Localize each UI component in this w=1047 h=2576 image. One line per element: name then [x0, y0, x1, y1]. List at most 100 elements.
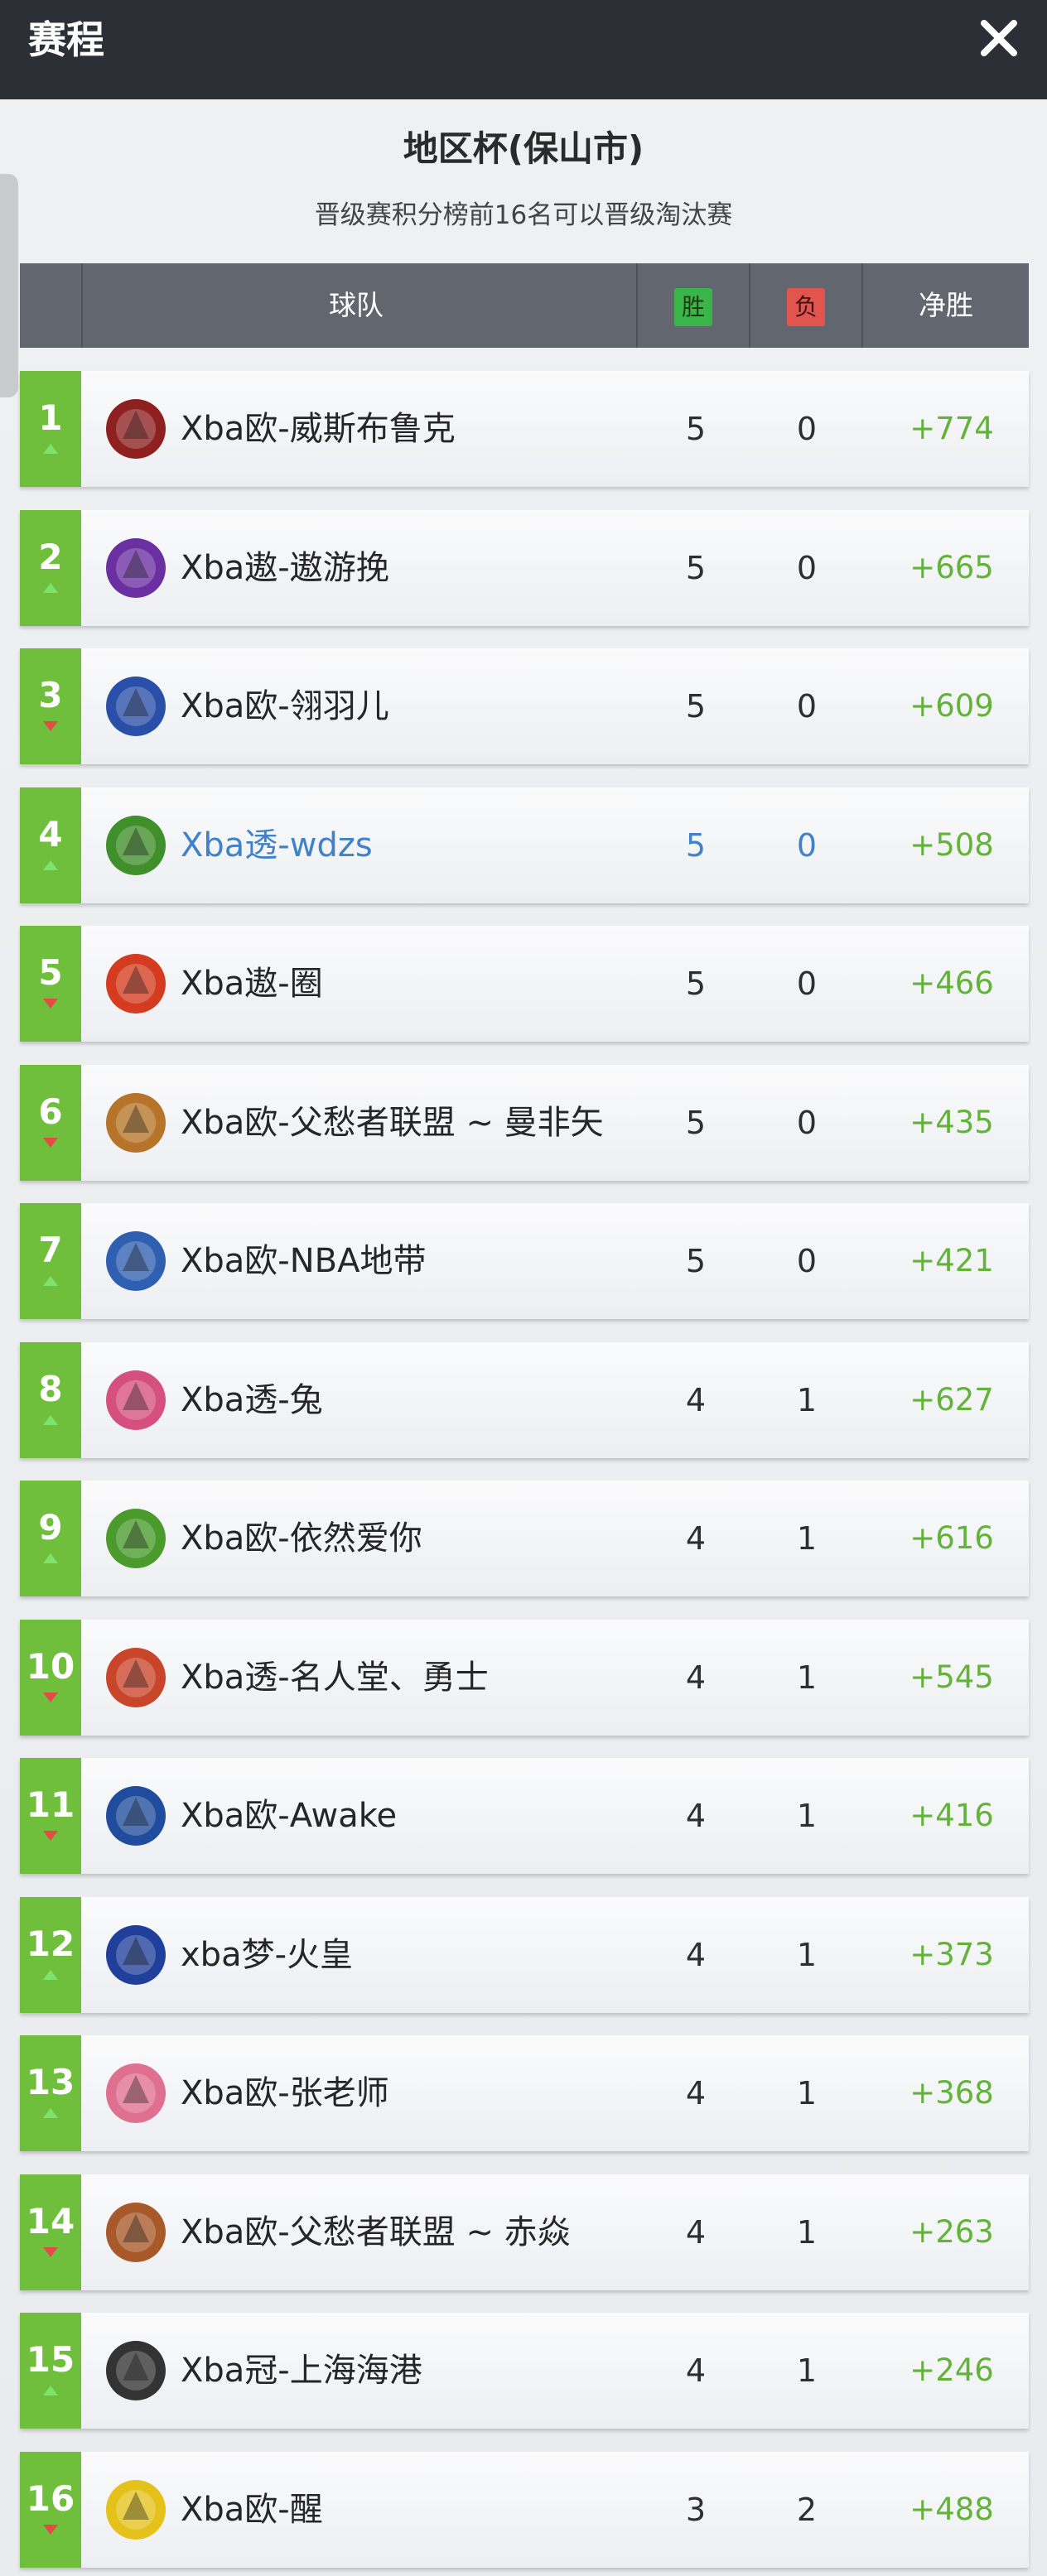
- table-row[interactable]: 4 Xba透-wdzs 5 0 +508: [20, 787, 1029, 903]
- net-value: +435: [909, 1105, 994, 1140]
- wins-value: 5: [685, 1105, 707, 1141]
- rank-number: 6: [38, 1091, 63, 1132]
- trend-down-icon: [43, 1692, 58, 1702]
- losses-value: 2: [796, 2492, 818, 2528]
- team-name[interactable]: Xba透-兔: [181, 1342, 323, 1458]
- rank-cell: 8: [20, 1342, 81, 1458]
- rank-cell: 4: [20, 787, 81, 903]
- team-name[interactable]: Xba透-wdzs: [181, 787, 373, 903]
- basketball-logo-icon: [106, 1231, 166, 1291]
- team-name[interactable]: Xba遨-遨游挽: [181, 510, 389, 626]
- wins-value: 4: [685, 2075, 707, 2111]
- table-row[interactable]: 12 xba梦-火皇 4 1 +373: [20, 1897, 1029, 2013]
- losses-value: 0: [796, 827, 818, 864]
- pig-logo-icon: [106, 2063, 166, 2123]
- rank-number: 13: [26, 2062, 75, 2102]
- team-name[interactable]: Xba欧-翎羽儿: [181, 648, 389, 764]
- purple-beast-logo-icon: [106, 538, 166, 598]
- team-name[interactable]: Xba遨-圈: [181, 926, 323, 1042]
- losses-value: 1: [796, 1382, 818, 1418]
- rank-cell: 2: [20, 510, 81, 626]
- net-value: +373: [909, 1937, 994, 1972]
- wins-value: 5: [685, 827, 707, 864]
- net-value: +246: [909, 2352, 994, 2388]
- trend-up-icon: [43, 1553, 58, 1563]
- rank-number: 5: [38, 952, 63, 993]
- trend-up-icon: [43, 1970, 58, 1980]
- team-column-header: 球队: [329, 289, 384, 321]
- bulldog-logo-icon: [106, 2203, 166, 2262]
- losses-value: 1: [796, 1937, 818, 1973]
- cup-title: 地区杯(保山市): [403, 128, 644, 169]
- table-row[interactable]: 10 Xba透-名人堂、勇士 4 1 +545: [20, 1620, 1029, 1736]
- tiger-logo-icon: [106, 1925, 166, 1985]
- green-dragon-logo-icon: [106, 816, 166, 875]
- team-name[interactable]: Xba欧-张老师: [181, 2035, 389, 2151]
- rank-cell: 10: [20, 1620, 81, 1736]
- table-row[interactable]: 2 Xba遨-遨游挽 5 0 +665: [20, 510, 1029, 626]
- cup-subtitle: 晋级赛积分榜前16名可以晋级淘汰赛: [314, 200, 733, 230]
- losses-value: 1: [796, 2214, 818, 2251]
- table-row[interactable]: 14 Xba欧-父愁者联盟 ~ 赤焱 4 1 +263: [20, 2174, 1029, 2290]
- wins-value: 5: [685, 550, 707, 586]
- rank-cell: 9: [20, 1481, 81, 1596]
- net-value: +368: [909, 2075, 994, 2111]
- trend-up-icon: [43, 860, 58, 870]
- losses-value: 0: [796, 550, 818, 586]
- table-row[interactable]: 6 Xba欧-父愁者联盟 ~ 曼非矢 5 0 +435: [20, 1065, 1029, 1181]
- losses-value: 0: [796, 411, 818, 447]
- net-value: +263: [909, 2214, 994, 2250]
- rank-number: 3: [38, 675, 63, 715]
- losses-value: 1: [796, 1659, 818, 1696]
- team-name[interactable]: Xba欧-父愁者联盟 ~ 曼非矢: [181, 1065, 604, 1181]
- rank-cell: 1: [20, 371, 81, 487]
- net-value: +627: [909, 1382, 994, 1418]
- team-name[interactable]: Xba欧-父愁者联盟 ~ 赤焱: [181, 2174, 571, 2290]
- table-row[interactable]: 7 Xba欧-NBA地带 5 0 +421: [20, 1203, 1029, 1319]
- losses-column-header: 负: [750, 263, 861, 348]
- table-row[interactable]: 9 Xba欧-依然爱你 4 1 +616: [20, 1481, 1029, 1596]
- trend-down-icon: [43, 721, 58, 731]
- rank-number: 9: [38, 1507, 63, 1548]
- rank-number: 10: [26, 1646, 75, 1687]
- red-shield-logo-icon: [106, 677, 166, 736]
- table-row[interactable]: 15 Xba冠-上海海港 4 1 +246: [20, 2313, 1029, 2429]
- rank-number: 16: [26, 2478, 75, 2519]
- net-value: +466: [909, 965, 994, 1001]
- table-row[interactable]: 13 Xba欧-张老师 4 1 +368: [20, 2035, 1029, 2151]
- bulldog-logo-icon: [106, 1093, 166, 1153]
- trend-up-icon: [43, 444, 58, 454]
- team-name[interactable]: Xba欧-醒: [181, 2452, 323, 2568]
- table-row[interactable]: 5 Xba遨-圈 5 0 +466: [20, 926, 1029, 1042]
- team-name[interactable]: Xba冠-上海海港: [181, 2313, 422, 2429]
- team-name[interactable]: Xba欧-Awake: [181, 1758, 397, 1874]
- trend-up-icon: [43, 583, 58, 593]
- team-name[interactable]: Xba欧-依然爱你: [181, 1481, 422, 1596]
- table-row[interactable]: 8 Xba透-兔 4 1 +627: [20, 1342, 1029, 1458]
- rank-number: 2: [38, 537, 63, 577]
- team-name[interactable]: Xba欧-NBA地带: [181, 1203, 426, 1319]
- table-row[interactable]: 11 Xba欧-Awake 4 1 +416: [20, 1758, 1029, 1874]
- net-value: +508: [909, 827, 994, 863]
- net-value: +421: [909, 1243, 994, 1278]
- header-title: 赛程: [28, 17, 104, 62]
- yellow-bee-logo-icon: [106, 2480, 166, 2540]
- rank-number: 8: [38, 1369, 63, 1409]
- table-row[interactable]: 1 Xba欧-威斯布鲁克 5 0 +774: [20, 371, 1029, 487]
- top-bar: 赛程: [0, 0, 1047, 99]
- rank-cell: 16: [20, 2452, 81, 2568]
- wins-value: 5: [685, 411, 707, 447]
- wins-badge: 胜: [674, 287, 712, 326]
- team-name[interactable]: Xba透-名人堂、勇士: [181, 1620, 489, 1736]
- losses-value: 1: [796, 2352, 818, 2389]
- close-icon[interactable]: [972, 12, 1025, 65]
- table-row[interactable]: 16 Xba欧-醒 3 2 +488: [20, 2452, 1029, 2568]
- net-value: +616: [909, 1520, 994, 1556]
- spartan-logo-icon: [106, 1786, 166, 1846]
- team-name[interactable]: xba梦-火皇: [181, 1897, 353, 2013]
- ring-logo-icon: [106, 2341, 166, 2400]
- phoenix-logo-icon: [106, 954, 166, 1014]
- table-row[interactable]: 3 Xba欧-翎羽儿 5 0 +609: [20, 648, 1029, 764]
- wins-value: 4: [685, 1659, 707, 1696]
- team-name[interactable]: Xba欧-威斯布鲁克: [181, 371, 456, 487]
